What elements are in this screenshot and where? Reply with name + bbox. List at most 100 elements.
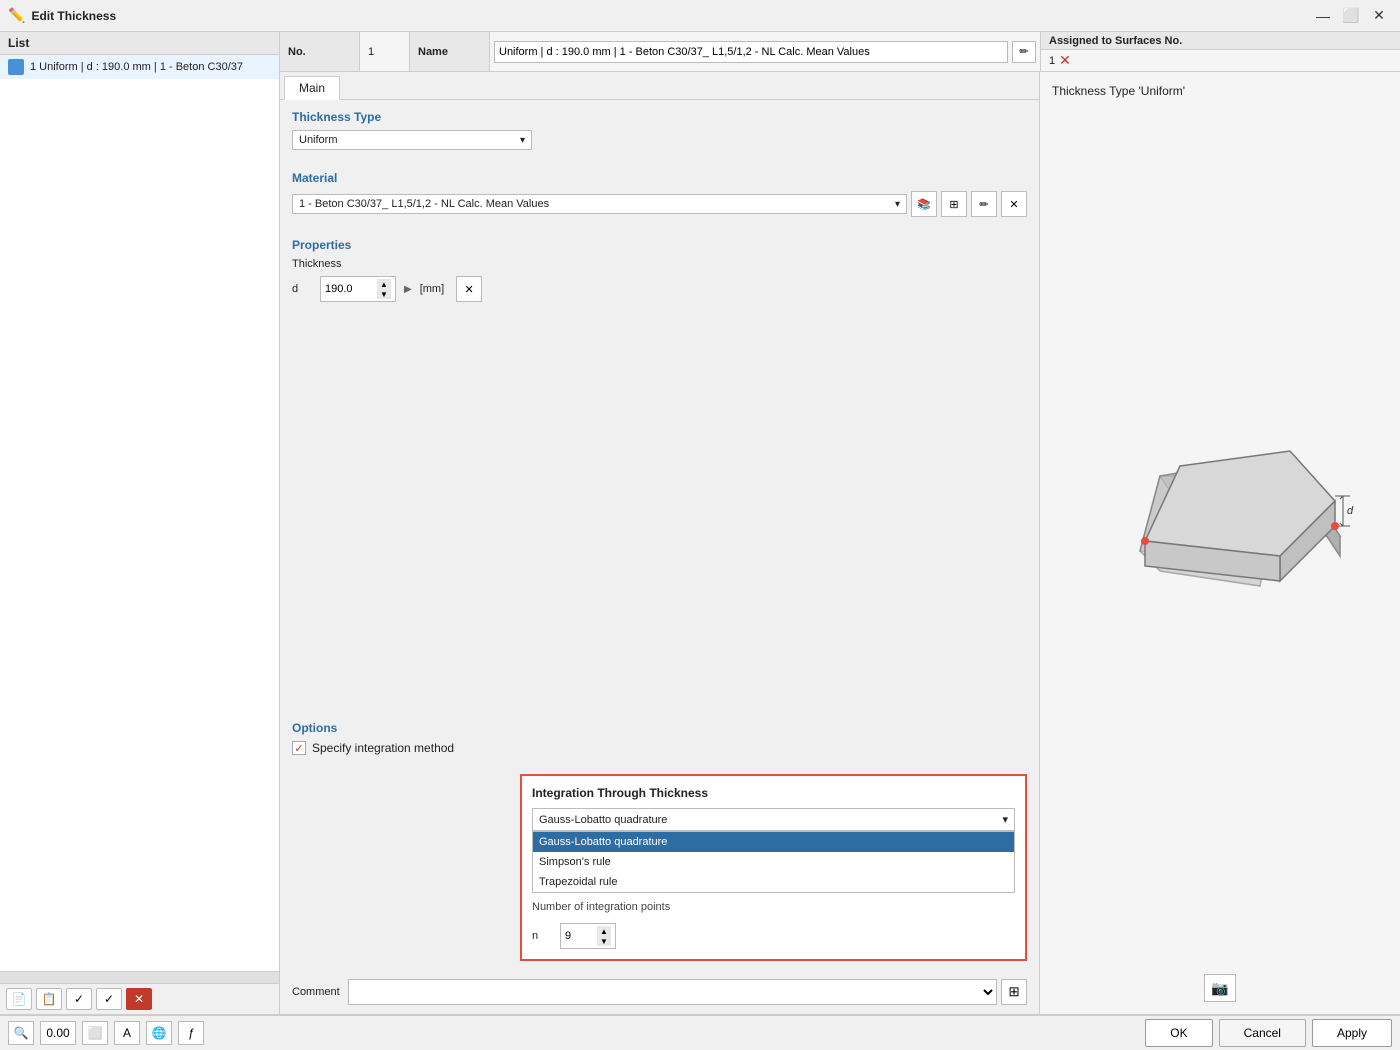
thickness-down-button[interactable]: ▼ [377,289,391,299]
form-area: Main Thickness Type Uniform ▾ [280,72,1040,1014]
right-area: No. 1 Name ✏ [280,32,1400,1014]
svg-text:d: d [1347,505,1354,517]
text-button[interactable]: A [114,1021,140,1045]
properties-label: Properties [292,238,1027,252]
n-label: n [532,930,552,942]
assigned-surfaces-area: Assigned to Surfaces No. 1 ✕ [1040,32,1400,71]
formula-button[interactable]: ƒ [178,1021,204,1045]
left-panel: List 1 Uniform | d : 190.0 mm | 1 - Beto… [0,32,280,1014]
thickness-type-label: Thickness Type [292,110,1027,124]
close-button[interactable]: ✕ [1366,4,1392,28]
material-chevron-icon: ▾ [895,199,900,210]
material-edit-button[interactable]: ✏ [971,191,997,217]
content-area: List 1 Uniform | d : 190.0 mm | 1 - Beto… [0,32,1400,1014]
material-book-button[interactable]: 📚 [911,191,937,217]
check-button[interactable]: ✓ [66,988,92,1010]
specify-integration-checkbox[interactable]: ✓ [292,741,306,755]
left-panel-toolbar: 📄 📋 ✓ ✓ ✕ [0,983,279,1014]
method-option-0[interactable]: Gauss-Lobatto quadrature [533,832,1014,852]
integration-dropdown-container: Gauss-Lobatto quadrature ▾ Gauss-Lobatto… [532,808,1015,893]
specify-integration-row: ✓ Specify integration method [292,741,1027,755]
integration-popup: Integration Through Thickness Gauss-Loba… [520,774,1027,961]
main-layout: List 1 Uniform | d : 190.0 mm | 1 - Beto… [0,32,1400,1050]
tabs-bar: Main [280,72,1039,100]
comment-select[interactable] [348,979,997,1005]
bottom-toolbar: 🔍 0.00 ⬜ A 🌐 ƒ OK Cancel Apply [0,1014,1400,1050]
n-input-wrap: ▲ ▼ [560,923,616,949]
preview-action-button[interactable]: 📷 [1204,974,1236,1002]
tab-main[interactable]: Main [284,76,340,100]
n-input[interactable] [565,930,595,942]
list-item[interactable]: 1 Uniform | d : 190.0 mm | 1 - Beton C30… [0,55,279,79]
specify-integration-label: Specify integration method [312,741,454,755]
apply-button[interactable]: Apply [1312,1019,1392,1047]
thickness-sublabel: Thickness [292,258,1027,270]
material-row: 1 - Beton C30/37_ L1,5/1,2 - NL Calc. Me… [292,191,1027,217]
material-label: Material [292,171,1027,185]
method-option-2[interactable]: Trapezoidal rule [533,872,1014,892]
thickness-row: d ▲ ▼ ▶ [mm] ✕ [292,276,1027,302]
integration-title: Integration Through Thickness [532,786,1015,800]
options-section: Options ✓ Specify integration method [280,711,1039,770]
comment-section: Comment ⊞ [280,971,1039,1014]
ok-button[interactable]: OK [1145,1019,1212,1047]
cancel-button[interactable]: Cancel [1219,1019,1306,1047]
edit-name-button[interactable]: ✏ [1012,41,1036,63]
title-bar-title: Edit Thickness [31,9,1304,23]
arrow-right-icon: ▶ [404,284,412,295]
decimal-button[interactable]: 0.00 [40,1021,76,1045]
preview-action-area: 📷 [1052,974,1388,1002]
comment-action-button[interactable]: ⊞ [1001,979,1027,1005]
horizontal-scrollbar[interactable] [0,971,279,983]
thickness-type-select[interactable]: Uniform ▾ [292,130,532,150]
unit-label: [mm] [420,283,444,295]
assigned-clear-icon[interactable]: ✕ [1059,52,1071,69]
no-value: 1 [360,32,410,71]
material-select[interactable]: 1 - Beton C30/37_ L1,5/1,2 - NL Calc. Me… [292,194,907,214]
comment-input-area: ⊞ [348,979,1027,1005]
chevron-down-icon: ▾ [520,135,525,146]
assigned-header: Assigned to Surfaces No. [1041,32,1400,50]
thickness-up-button[interactable]: ▲ [377,279,391,289]
title-bar-controls: — ⬜ ✕ [1310,4,1392,28]
list-scroll: 1 Uniform | d : 190.0 mm | 1 - Beton C30… [0,55,279,971]
thickness-spinner: ▲ ▼ [377,279,391,299]
copy-button[interactable]: 📋 [36,988,62,1010]
list-header: List [0,32,279,55]
name-input[interactable] [494,41,1008,63]
form-preview-area: Main Thickness Type Uniform ▾ [280,72,1400,1014]
options-label: Options [292,721,1027,735]
n-up-button[interactable]: ▲ [597,926,611,936]
thickness-pick-button[interactable]: ✕ [456,276,482,302]
method-option-1[interactable]: Simpson's rule [533,852,1014,872]
delete-button[interactable]: ✕ [126,988,152,1010]
check2-button[interactable]: ✓ [96,988,122,1010]
preview-svg-container: d [1052,106,1388,966]
n-spinner: ▲ ▼ [597,926,611,946]
name-header: Name [410,32,490,71]
material-table-button[interactable]: ⊞ [941,191,967,217]
integration-chevron-icon: ▾ [1002,813,1008,826]
title-bar: ✏️ Edit Thickness — ⬜ ✕ [0,0,1400,32]
form-spacer [280,313,1039,711]
minimize-button[interactable]: — [1310,4,1336,28]
integration-points-row: n ▲ ▼ [532,923,1015,949]
integration-method-select[interactable]: Gauss-Lobatto quadrature ▾ [532,808,1015,831]
list-item-text: 1 Uniform | d : 190.0 mm | 1 - Beton C30… [30,61,243,73]
maximize-button[interactable]: ⬜ [1338,4,1364,28]
search-button[interactable]: 🔍 [8,1021,34,1045]
add-button[interactable]: 📄 [6,988,32,1010]
thickness-input-wrap: ▲ ▼ [320,276,396,302]
thickness-input[interactable] [325,283,375,295]
points-label: Number of integration points [532,901,1015,913]
properties-section: Properties Thickness d ▲ ▼ ▶ [280,228,1039,313]
thickness-type-row: Uniform ▾ [292,130,1027,150]
rectangle-button[interactable]: ⬜ [82,1021,108,1045]
n-down-button[interactable]: ▼ [597,936,611,946]
preview-area: Thickness Type 'Uniform' [1040,72,1400,1014]
name-value-area: ✏ [490,32,1040,71]
preview-title: Thickness Type 'Uniform' [1052,84,1388,98]
globe-button[interactable]: 🌐 [146,1021,172,1045]
no-name-row: No. 1 Name ✏ [280,32,1400,72]
material-delete-button[interactable]: ✕ [1001,191,1027,217]
